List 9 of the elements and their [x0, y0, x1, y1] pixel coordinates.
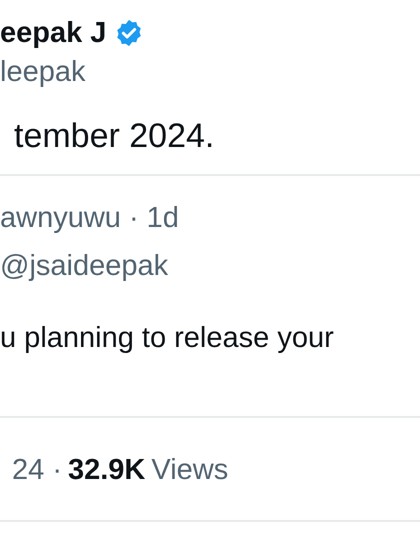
- views-count: 32.9K: [68, 453, 146, 488]
- reply-text: u planning to release your: [0, 321, 335, 356]
- tweet-date: 24 ·: [12, 453, 62, 488]
- author-handle: leepak: [0, 55, 86, 90]
- mention-link[interactable]: @jsaideepak: [0, 248, 420, 284]
- views-label: Views: [151, 453, 228, 488]
- tweet-text: tember 2024.: [14, 116, 216, 156]
- author-name: eepak J: [0, 16, 106, 51]
- reply-meta: awnyuwu · 1d: [0, 201, 180, 236]
